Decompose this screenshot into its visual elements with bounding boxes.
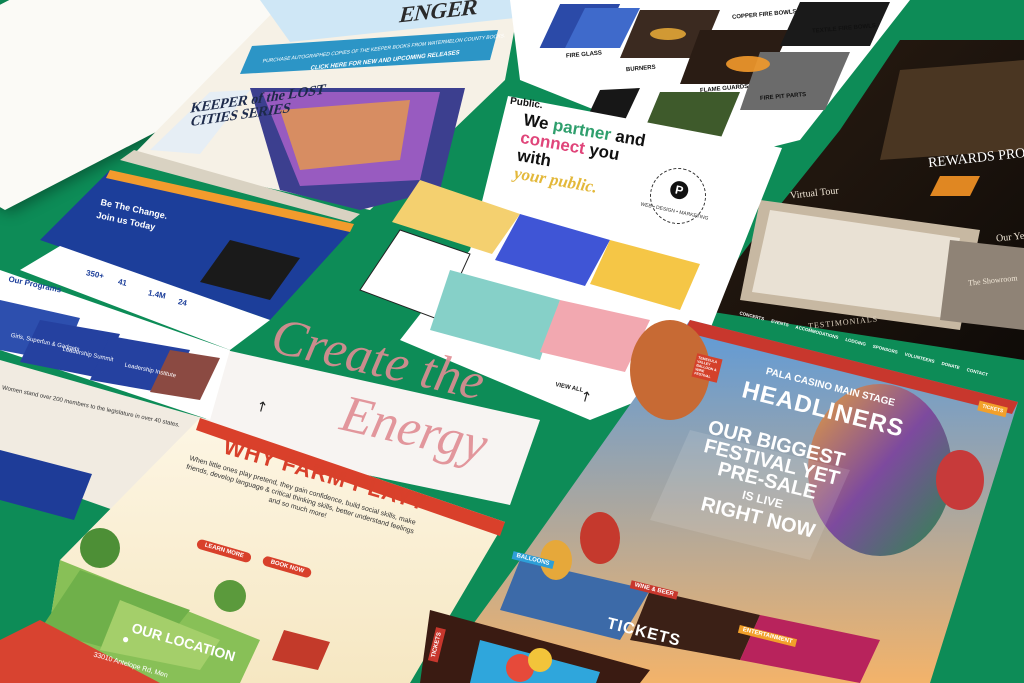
ngo-stat-1: 41: [117, 277, 128, 288]
badge-letter: P: [668, 179, 690, 201]
ngo-stat-3: 24: [177, 297, 188, 308]
showcase-scene: ENGER PURCHASE AUTOGRAPHED COPIES OF THE…: [0, 0, 1024, 683]
location-pin-icon: ●: [122, 632, 130, 646]
